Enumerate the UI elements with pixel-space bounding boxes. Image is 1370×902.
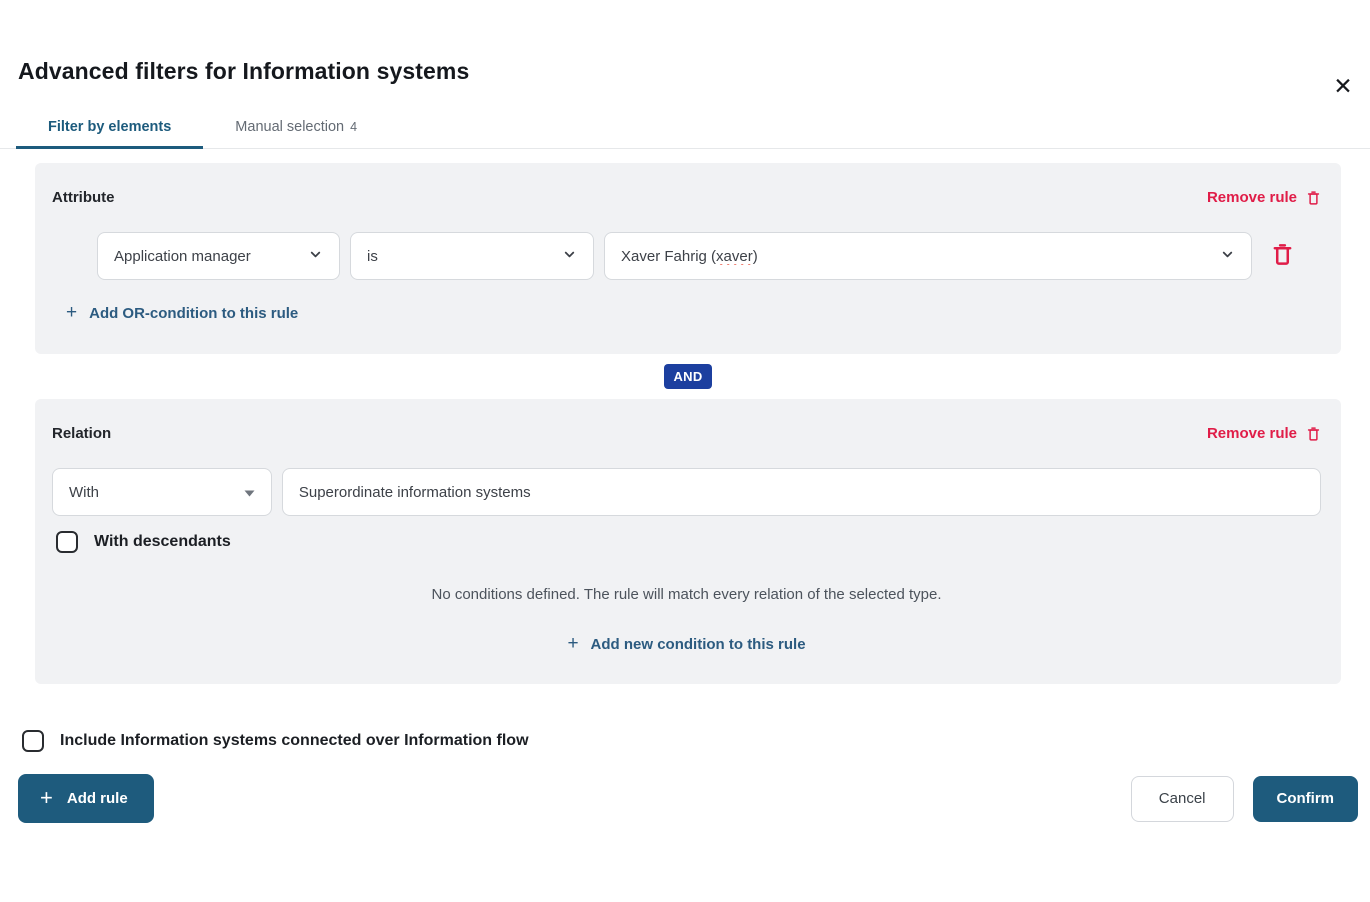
with-descendants-checkbox[interactable] <box>56 531 78 553</box>
tab-manual-selection-label: Manual selection <box>235 119 344 135</box>
close-icon: ✕ <box>1333 75 1352 98</box>
rule-operator-separator: AND <box>35 354 1341 399</box>
add-condition-button[interactable]: + Add new condition to this rule <box>567 635 805 654</box>
plus-icon: + <box>66 303 77 322</box>
no-conditions-message: No conditions defined. The rule will mat… <box>52 586 1321 603</box>
value-select-value: Xaver Fahrig (xaver) <box>621 248 758 265</box>
trash-icon <box>1271 242 1294 270</box>
add-condition-label: Add new condition to this rule <box>591 636 806 653</box>
include-information-flow-label: Include Information systems connected ov… <box>60 732 529 750</box>
tab-manual-selection-count: 4 <box>350 120 357 134</box>
chevron-down-icon <box>1220 247 1235 266</box>
include-information-flow-checkbox[interactable] <box>22 730 44 752</box>
operator-select[interactable]: is <box>350 232 594 280</box>
delete-condition-button[interactable] <box>1271 242 1294 270</box>
add-or-condition-button[interactable]: + Add OR-condition to this rule <box>66 304 298 323</box>
add-rule-button[interactable]: + Add rule <box>18 774 154 823</box>
attribute-select-value: Application manager <box>114 248 251 265</box>
chevron-down-icon <box>308 247 323 266</box>
tab-filter-by-elements-label: Filter by elements <box>48 119 171 135</box>
filter-rules-content: Attribute Remove rule Application manage… <box>0 149 1370 684</box>
tab-manual-selection[interactable]: Manual selection 4 <box>203 106 389 148</box>
footer-bar: + Add rule Cancel Confirm <box>0 774 1370 823</box>
add-or-condition-label: Add OR-condition to this rule <box>89 305 298 322</box>
with-descendants-label: With descendants <box>94 533 231 551</box>
chevron-down-icon <box>562 247 577 266</box>
trash-icon <box>1306 190 1321 206</box>
and-operator-badge[interactable]: AND <box>664 364 711 389</box>
page-title: Advanced filters for Information systems <box>18 58 1352 85</box>
value-select[interactable]: Xaver Fahrig (xaver) <box>604 232 1252 280</box>
attribute-select[interactable]: Application manager <box>97 232 340 280</box>
remove-attribute-rule-button[interactable]: Remove rule <box>1207 189 1321 206</box>
close-button[interactable]: ✕ <box>1329 72 1357 100</box>
tab-filter-by-elements[interactable]: Filter by elements <box>16 106 203 148</box>
remove-relation-rule-button[interactable]: Remove rule <box>1207 425 1321 442</box>
relation-rule-type-label: Relation <box>52 425 111 442</box>
tab-bar: Filter by elements Manual selection 4 <box>0 106 1370 149</box>
misspelled-word: xaver <box>716 248 753 265</box>
confirm-button[interactable]: Confirm <box>1253 776 1359 822</box>
caret-down-icon <box>244 484 255 501</box>
plus-icon: + <box>40 787 53 809</box>
add-rule-label: Add rule <box>67 790 128 807</box>
cancel-button[interactable]: Cancel <box>1131 776 1234 822</box>
with-descendants-row: With descendants <box>56 531 1321 553</box>
relation-type-input[interactable]: Superordinate information systems <box>282 468 1321 516</box>
attribute-rule-card: Attribute Remove rule Application manage… <box>35 163 1341 354</box>
remove-attribute-rule-label: Remove rule <box>1207 189 1297 206</box>
remove-relation-rule-label: Remove rule <box>1207 425 1297 442</box>
trash-icon <box>1306 426 1321 442</box>
relation-direction-value: With <box>69 484 99 501</box>
attribute-rule-type-label: Attribute <box>52 189 115 206</box>
relation-type-value: Superordinate information systems <box>299 484 531 501</box>
include-information-flow-row: Include Information systems connected ov… <box>22 730 1370 752</box>
relation-rule-card: Relation Remove rule With Superordinate … <box>35 399 1341 684</box>
operator-select-value: is <box>367 248 378 265</box>
relation-direction-select[interactable]: With <box>52 468 272 516</box>
plus-icon: + <box>567 634 578 653</box>
